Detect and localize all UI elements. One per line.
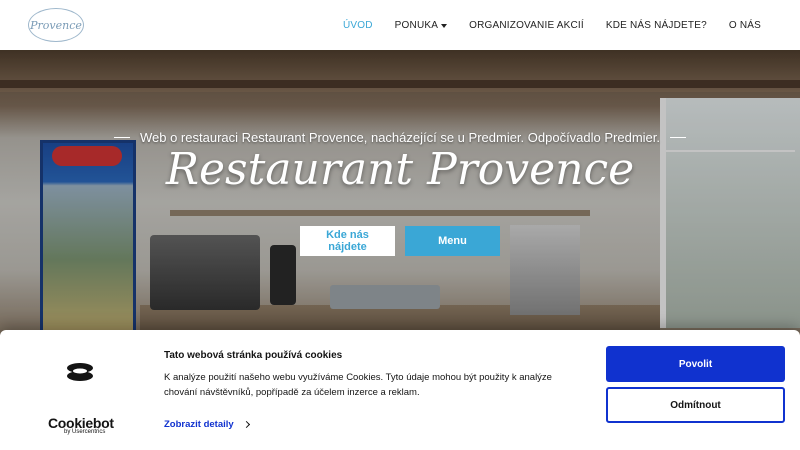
nav-item-ponuka-label: PONUKA (394, 19, 439, 31)
divider-line-right (670, 137, 687, 138)
allow-cookies-button[interactable]: Povolit (606, 346, 785, 382)
logo-text: Provence (30, 18, 82, 32)
nav-item-o-nas[interactable]: O NÁS (718, 20, 772, 31)
deny-cookies-button[interactable]: Odmítnout (606, 387, 785, 423)
nav-item-kde-nas-najdete[interactable]: KDE NÁS NÁJDETE? (595, 20, 718, 31)
show-details-link[interactable]: Zobrazit detaily (164, 419, 250, 430)
nav-item-organizovanie-akcii[interactable]: ORGANIZOVANIE AKCIÍ (458, 20, 595, 31)
find-us-button[interactable]: Kde nás nájdete (300, 226, 395, 256)
caret-down-icon (441, 23, 448, 28)
cookiebot-logo-icon (67, 363, 93, 381)
cookiebot-by-usercentrics: by Usercentrics (64, 429, 106, 435)
cookie-banner-title: Tato webová stránka používá cookies (164, 350, 343, 361)
site-logo[interactable]: Provence (28, 8, 84, 42)
navbar: Provence ÚVOD PONUKA ORGANIZOVANIE AKCIÍ… (0, 0, 800, 50)
cookie-banner-text: K analýze použití našeho webu využíváme … (164, 372, 552, 398)
hero-subtitle: Web o restauraci Restaurant Provence, na… (139, 130, 661, 145)
chevron-right-icon (242, 420, 250, 429)
divider-line-left (113, 137, 130, 138)
cookie-banner: Cookiebot by Usercentrics Tato webová st… (0, 330, 800, 450)
hero-title: Restaurant Provence (165, 144, 635, 195)
main-nav: ÚVOD PONUKA ORGANIZOVANIE AKCIÍ KDE NÁS … (332, 0, 772, 50)
nav-item-ponuka[interactable]: PONUKA (384, 20, 458, 31)
nav-item-uvod[interactable]: ÚVOD (332, 20, 384, 31)
hero-subtitle-row: Web o restauraci Restaurant Provence, na… (0, 130, 800, 145)
menu-button[interactable]: Menu (405, 226, 500, 256)
show-details-label: Zobrazit detaily (164, 419, 234, 430)
